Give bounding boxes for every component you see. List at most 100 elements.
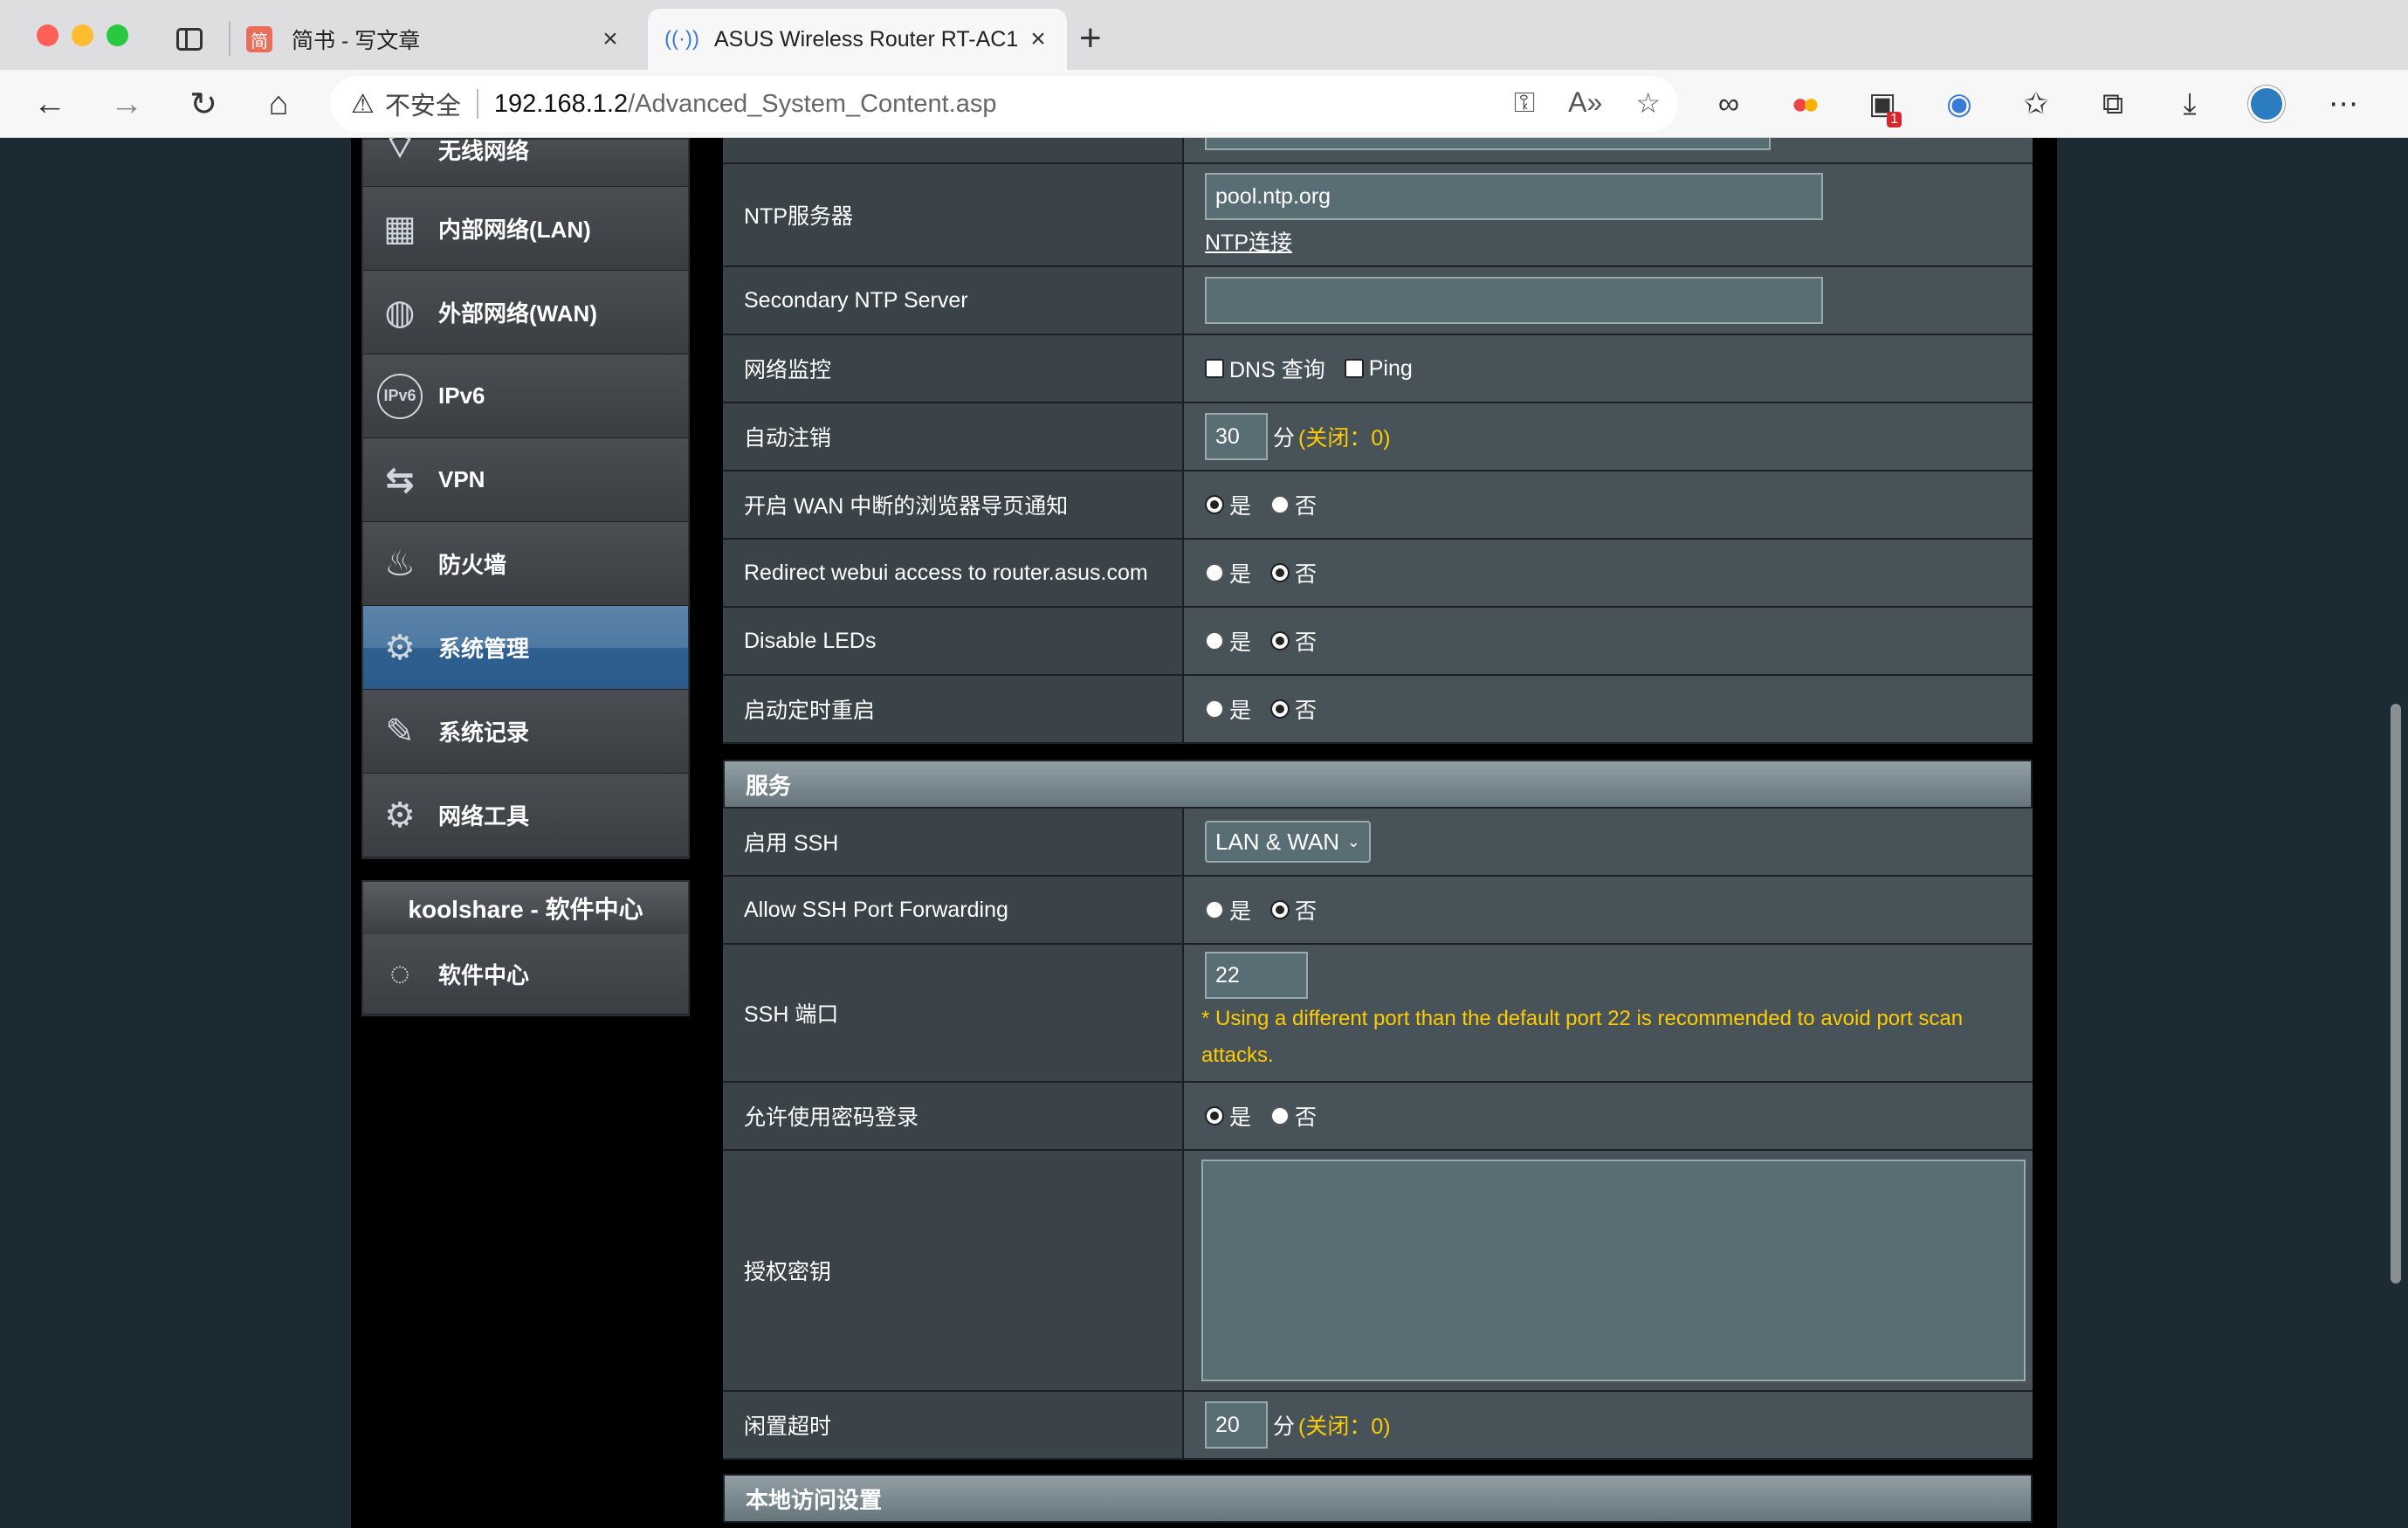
chat-extension-icon[interactable]: ▣ 1 bbox=[1844, 84, 1921, 127]
no-label: 否 bbox=[1295, 630, 1318, 655]
infinity-extension-icon[interactable]: ∞ bbox=[1690, 84, 1767, 124]
scheduled-reboot-row: 启动定时重启 是 否 bbox=[723, 676, 2033, 744]
sidebar-item-ipv6[interactable]: IPv6 IPv6 bbox=[363, 354, 688, 438]
auto-logout-controls: 30 分 (关闭：0) bbox=[1205, 413, 2033, 460]
read-aloud-icon[interactable]: A» bbox=[1568, 86, 1602, 120]
sidebar-item-lan[interactable]: ▦ 内部网络(LAN) bbox=[363, 187, 688, 271]
wan-notify-no-radio[interactable] bbox=[1270, 495, 1290, 514]
sidebar-item-software-center[interactable]: ◌ 软件中心 bbox=[363, 934, 688, 1015]
new-tab-button[interactable]: + bbox=[1079, 19, 1102, 58]
scheduled-reboot-value: 是 否 bbox=[1184, 676, 2033, 742]
tab-asus-router[interactable]: ((·)) ASUS Wireless Router RT-AC1 × bbox=[648, 9, 1067, 70]
sidebar-item-label: 系统记录 bbox=[438, 719, 530, 746]
password-login-no-radio[interactable] bbox=[1270, 1106, 1290, 1125]
auth-key-label: 授权密钥 bbox=[723, 1151, 1184, 1390]
services-section-title: 服务 bbox=[723, 760, 2033, 809]
scheduled-reboot-yes-radio[interactable] bbox=[1205, 699, 1224, 719]
sidebar-item-system-log[interactable]: ✎ 系统记录 bbox=[363, 690, 688, 774]
ntp-server-row: NTP服务器 pool.ntp.org NTP连接 bbox=[723, 164, 2033, 267]
tab-title: ASUS Wireless Router RT-AC1 bbox=[714, 26, 1019, 52]
tab-title: 简书 - 写文章 bbox=[292, 29, 421, 53]
ssh-forwarding-yes-radio[interactable] bbox=[1205, 900, 1224, 919]
maximize-window-button[interactable] bbox=[107, 24, 128, 46]
wan-notify-yes-radio[interactable] bbox=[1205, 495, 1224, 514]
password-login-value: 是 否 bbox=[1184, 1083, 2033, 1149]
auth-key-textarea[interactable] bbox=[1201, 1160, 2026, 1381]
sidebar-item-network-tools[interactable]: ⚙ 网络工具 bbox=[363, 774, 688, 857]
secondary-ntp-row: Secondary NTP Server bbox=[723, 267, 2033, 335]
disable-leds-yes-radio[interactable] bbox=[1205, 631, 1224, 650]
collections-icon[interactable]: ⧉ bbox=[2074, 84, 2151, 124]
refresh-icon[interactable]: ↻ bbox=[183, 84, 224, 124]
dns-query-checkbox[interactable] bbox=[1205, 359, 1224, 378]
forward-icon[interactable]: → bbox=[107, 84, 147, 124]
scheduled-reboot-no-radio[interactable] bbox=[1270, 699, 1290, 719]
ntp-server-label: NTP服务器 bbox=[723, 164, 1184, 265]
home-icon[interactable]: ⌂ bbox=[258, 84, 299, 124]
ntp-server-input[interactable]: pool.ntp.org bbox=[1205, 173, 1823, 220]
ntp-link[interactable]: NTP连接 bbox=[1205, 225, 2033, 257]
redirect-label: Redirect webui access to router.asus.com bbox=[723, 540, 1184, 606]
local-access-section-title: 本地访问设置 bbox=[723, 1474, 2033, 1523]
auth-key-row: 授权密钥 bbox=[723, 1151, 2033, 1392]
address-bar[interactable]: ⚠ 不安全 192.168.1.2/Advanced_System_Conten… bbox=[330, 76, 1678, 132]
jianshu-favicon-icon: 简 bbox=[246, 26, 272, 52]
secondary-ntp-input[interactable] bbox=[1205, 277, 1823, 324]
idle-timeout-input[interactable]: 20 bbox=[1205, 1401, 1268, 1449]
close-tab-icon[interactable]: × bbox=[1025, 24, 1051, 53]
ssh-port-label: SSH 端口 bbox=[723, 945, 1184, 1081]
more-menu-icon[interactable]: ⋯ bbox=[2305, 84, 2382, 124]
disable-leds-no-radio[interactable] bbox=[1270, 631, 1290, 650]
scrollbar-thumb[interactable] bbox=[2391, 704, 2401, 1284]
redirect-no-radio[interactable] bbox=[1270, 563, 1290, 582]
url-host: 192.168.1.2 bbox=[493, 89, 629, 118]
sidebar-menu: ⌔ 无线网络 ▦ 内部网络(LAN) ◍ 外部网络(WAN) IPv6 IPv6… bbox=[361, 138, 690, 859]
colors-extension-icon[interactable]: ● ● bbox=[1767, 84, 1844, 124]
sidebar-item-wan[interactable]: ◍ 外部网络(WAN) bbox=[363, 271, 688, 354]
profile-avatar[interactable] bbox=[2228, 84, 2305, 124]
redirect-yes-radio[interactable] bbox=[1205, 563, 1224, 582]
back-icon[interactable]: ← bbox=[30, 84, 70, 124]
redirect-options: 是 否 bbox=[1205, 557, 2033, 588]
disable-leds-value: 是 否 bbox=[1184, 608, 2033, 674]
security-status[interactable]: 不安全 bbox=[385, 86, 461, 122]
ssh-port-input[interactable]: 22 bbox=[1205, 952, 1308, 999]
wan-notify-value: 是 否 bbox=[1184, 471, 2033, 538]
network-monitor-value: DNS 查询 Ping bbox=[1184, 335, 2033, 402]
disable-leds-label: Disable LEDs bbox=[723, 608, 1184, 674]
no-label: 否 bbox=[1295, 899, 1318, 924]
password-login-options: 是 否 bbox=[1205, 1100, 2033, 1132]
tab-jianshu[interactable]: 简 简书 - 写文章 × bbox=[246, 9, 639, 70]
yes-label: 是 bbox=[1229, 630, 1252, 655]
ssh-forwarding-no-radio[interactable] bbox=[1270, 900, 1290, 919]
sidebar-item-administration[interactable]: ⚙ 系统管理 bbox=[363, 606, 688, 690]
ssh-enable-selected: LAN & WAN bbox=[1215, 828, 1340, 855]
auto-logout-input[interactable]: 30 bbox=[1205, 413, 1268, 460]
sidebar-item-vpn[interactable]: ⇆ VPN bbox=[363, 438, 688, 522]
minimize-window-button[interactable] bbox=[72, 24, 93, 46]
sidebar-item-label: 防火墙 bbox=[438, 552, 507, 578]
yes-label: 是 bbox=[1229, 1105, 1252, 1130]
disable-leds-options: 是 否 bbox=[1205, 625, 2033, 657]
close-window-button[interactable] bbox=[37, 24, 58, 46]
dns-query-label: DNS 查询 bbox=[1229, 358, 1325, 382]
add-favorite-icon[interactable]: ☆ bbox=[1635, 86, 1661, 120]
close-tab-icon[interactable]: × bbox=[597, 24, 623, 53]
key-icon[interactable]: ⚿ bbox=[1514, 86, 1535, 120]
sidebar-item-firewall[interactable]: ♨ 防火墙 bbox=[363, 522, 688, 606]
favorites-icon[interactable]: ✩ bbox=[1998, 84, 2074, 124]
wan-notify-options: 是 否 bbox=[1205, 489, 2033, 520]
tab-actions-icon[interactable] bbox=[176, 28, 203, 51]
sidebar-item-wireless[interactable]: ⌔ 无线网络 bbox=[363, 138, 688, 187]
toolbar-extensions: ∞ ● ● ▣ 1 ◉ ✩ ⧉ ⤓ ⋯ bbox=[1690, 84, 2382, 127]
downloads-icon[interactable]: ⤓ bbox=[2151, 84, 2228, 124]
timezone-select[interactable] bbox=[1205, 138, 1771, 150]
timezone-value bbox=[1184, 138, 2033, 162]
ssh-enable-row: 启用 SSH LAN & WAN ⌄ bbox=[723, 809, 2033, 877]
ping-checkbox[interactable] bbox=[1344, 359, 1364, 378]
globe-extension-icon[interactable]: ◉ bbox=[1921, 84, 1998, 124]
ssh-enable-select[interactable]: LAN & WAN ⌄ bbox=[1205, 821, 1371, 863]
idle-timeout-controls: 20 分 (关闭：0) bbox=[1205, 1401, 2033, 1449]
password-login-yes-radio[interactable] bbox=[1205, 1106, 1224, 1125]
vpn-icon: ⇆ bbox=[385, 460, 415, 499]
